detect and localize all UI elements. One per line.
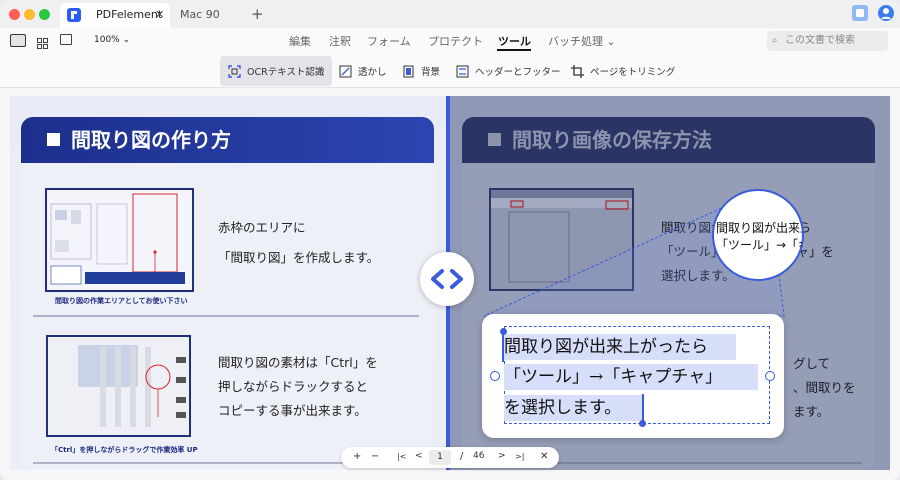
compare-swap-button[interactable] xyxy=(420,252,474,306)
prev-page-button[interactable]: < xyxy=(415,451,423,461)
text-line: 「ツール」→「キャプチャ」を xyxy=(716,238,802,252)
swap-arrows-icon xyxy=(431,269,463,289)
last-page-button[interactable]: >| xyxy=(515,452,524,461)
first-page-button[interactable]: |< xyxy=(397,452,406,461)
text-cursor-end xyxy=(642,394,644,422)
app-window: PDFelement ✕ Mac 90 + 100% ⌄ 編集 注釈 フォーム … xyxy=(0,0,900,480)
close-nav-icon[interactable]: ✕ xyxy=(540,451,548,462)
text-line: 間取り図が出来上がったら xyxy=(716,221,802,235)
selected-text-line: を選択します。 xyxy=(504,395,642,421)
zoom-in-button[interactable]: + xyxy=(353,451,361,462)
page-number-input[interactable]: 1 xyxy=(429,450,451,465)
page-navigation-bar: + − |< < 1 / 46 > >| ✕ xyxy=(341,447,559,468)
selection-handle-top[interactable] xyxy=(500,328,507,335)
selected-text-line: 間取り図が出来上がったら xyxy=(504,334,736,360)
next-page-button[interactable]: > xyxy=(498,451,506,461)
resize-handle-left[interactable] xyxy=(490,371,500,381)
selection-handle-bottom[interactable] xyxy=(639,420,646,427)
zoom-out-button[interactable]: − xyxy=(371,451,379,462)
resize-handle-right[interactable] xyxy=(765,371,775,381)
text-cursor-start xyxy=(502,332,504,362)
total-pages: 46 xyxy=(473,451,485,461)
selected-text-line: 「ツール」→「キャプチャ」 xyxy=(504,364,758,390)
page-separator: / xyxy=(460,451,464,462)
magnifier-text: 間取り図が出来上がったら 「ツール」→「キャプチャ」を xyxy=(716,219,802,253)
magnifier-circle: 間取り図が出来上がったら 「ツール」→「キャプチャ」を xyxy=(712,189,804,281)
